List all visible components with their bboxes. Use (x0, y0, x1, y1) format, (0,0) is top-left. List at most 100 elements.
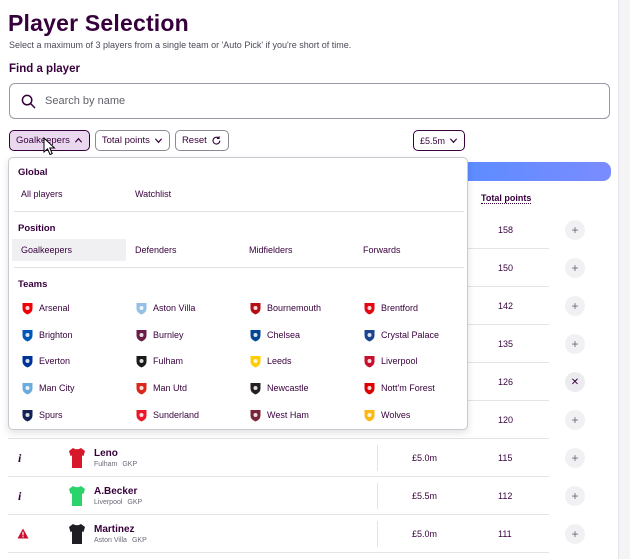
price-filter-button[interactable]: £5.5m (413, 130, 466, 151)
remove-player-button[interactable]: ✕ (565, 372, 585, 392)
team-item-spurs[interactable]: Spurs (21, 404, 131, 426)
search-box[interactable] (9, 83, 610, 119)
team-item-newcastle[interactable]: Newcastle (249, 377, 359, 399)
column-divider (377, 521, 378, 547)
team-name: West Ham (267, 410, 309, 420)
team-name: Liverpool (381, 356, 418, 366)
team-item-man-utd[interactable]: Man Utd (135, 377, 245, 399)
team-item-liverpool[interactable]: Liverpool (363, 350, 473, 372)
player-shirt-icon (69, 486, 85, 506)
dropdown-divider (14, 267, 464, 268)
sort-filter-button[interactable]: Total points (94, 130, 170, 151)
chelsea-crest-icon (250, 329, 261, 341)
dropdown-item-forwards[interactable]: Forwards (354, 239, 464, 261)
team-name: Everton (39, 356, 71, 366)
team-item-west-ham[interactable]: West Ham (249, 404, 359, 426)
player-position: GKP (127, 499, 143, 506)
add-player-button[interactable]: + (565, 296, 585, 316)
total-points-header[interactable]: Total points (481, 193, 532, 204)
position-dropdown-menu: Global All players Watchlist Position Go… (8, 157, 468, 430)
team-name: Man Utd (153, 383, 188, 393)
team-item-man-city[interactable]: Man City (21, 377, 131, 399)
player-name[interactable]: Martinez (94, 524, 135, 535)
team-item-leeds[interactable]: Leeds (249, 350, 359, 372)
team-item-aston-villa[interactable]: Aston Villa (135, 297, 245, 319)
player-shirt-icon (69, 524, 85, 544)
team-name: Bournemouth (267, 303, 322, 313)
team-name: Nott'm Forest (381, 383, 435, 393)
team-item-brighton[interactable]: Brighton (21, 324, 131, 346)
team-item-fulham[interactable]: Fulham (135, 350, 245, 372)
team-item-sunderland[interactable]: Sunderland (135, 404, 245, 426)
leeds-crest-icon (250, 355, 261, 367)
team-name: Spurs (39, 410, 63, 420)
player-price: £5.5m (412, 491, 438, 501)
add-player-button[interactable]: + (565, 220, 585, 240)
search-input[interactable] (45, 95, 585, 107)
dropdown-item-all-players[interactable]: All players (12, 183, 126, 205)
team-item-nott-m-forest[interactable]: Nott'm Forest (363, 377, 473, 399)
dropdown-item-defenders[interactable]: Defenders (126, 239, 240, 261)
player-position: GKP (131, 537, 147, 544)
player-name[interactable]: A.Becker (94, 486, 137, 497)
page-subtitle: Select a maximum of 3 players from a sin… (9, 40, 352, 50)
team-name: Leeds (267, 356, 292, 366)
player-team: Liverpool (94, 499, 123, 506)
team-name: Brighton (39, 330, 73, 340)
team-item-burnley[interactable]: Burnley (135, 324, 245, 346)
team-item-arsenal[interactable]: Arsenal (21, 297, 131, 319)
banner-strip (462, 162, 611, 181)
dropdown-item-watchlist[interactable]: Watchlist (126, 183, 240, 205)
search-icon (21, 94, 36, 108)
team-item-bournemouth[interactable]: Bournemouth (249, 297, 359, 319)
scrollbar-track[interactable] (618, 0, 630, 559)
player-selection-page: Player Selection Select a maximum of 3 p… (0, 0, 630, 559)
add-player-button[interactable]: + (565, 258, 585, 278)
add-player-button[interactable]: + (565, 524, 585, 544)
column-divider (377, 445, 378, 471)
chevron-up-icon (74, 137, 82, 143)
brentford-crest-icon (364, 302, 375, 314)
sort-filter-label: Total points (101, 135, 150, 146)
price-filter-label: £5.5m (420, 135, 446, 146)
info-icon[interactable]: i (18, 489, 21, 504)
team-item-wolves[interactable]: Wolves (363, 404, 473, 426)
player-total-points: 112 (498, 491, 513, 501)
add-player-button[interactable]: + (565, 448, 585, 468)
player-meta: Liverpool GKP (94, 499, 147, 506)
player-total-points: 111 (498, 529, 512, 539)
team-item-brentford[interactable]: Brentford (363, 297, 473, 319)
add-player-button[interactable]: + (565, 486, 585, 506)
team-item-everton[interactable]: Everton (21, 350, 131, 372)
dropdown-item-goalkeepers[interactable]: Goalkeepers (12, 239, 126, 261)
team-item-crystal-palace[interactable]: Crystal Palace (363, 324, 473, 346)
everton-crest-icon (22, 355, 33, 367)
global-heading: Global (18, 167, 48, 178)
team-name: Sunderland (153, 410, 200, 420)
team-name: Arsenal (39, 303, 70, 313)
reset-button[interactable]: Reset (174, 130, 229, 151)
dropdown-item-midfielders[interactable]: Midfielders (240, 239, 354, 261)
team-name: Chelsea (267, 330, 301, 340)
chevron-down-icon (154, 138, 163, 144)
warning-icon[interactable] (17, 528, 29, 539)
find-player-label: Find a player (9, 63, 80, 75)
info-icon[interactable]: i (18, 451, 21, 466)
add-player-button[interactable]: + (565, 334, 585, 354)
team-item-chelsea[interactable]: Chelsea (249, 324, 359, 346)
team-name: Wolves (381, 410, 411, 420)
sunderland-crest-icon (136, 409, 147, 421)
table-row[interactable]: i Leno Fulham GKP £5.0m 115 + (8, 439, 585, 477)
crystal-palace-crest-icon (364, 329, 375, 341)
page-title: Player Selection (8, 10, 189, 36)
spurs-crest-icon (22, 409, 33, 421)
position-heading: Position (18, 223, 56, 234)
table-row[interactable]: Martinez Aston Villa GKP £5.0m 111 + (8, 515, 585, 553)
team-name: Man City (39, 383, 75, 393)
player-name[interactable]: Leno (94, 448, 118, 459)
player-total-points: 126 (498, 377, 514, 387)
table-row[interactable]: i A.Becker Liverpool GKP £5.5m 112 + (8, 477, 585, 515)
player-total-points: 142 (498, 301, 514, 311)
add-player-button[interactable]: + (565, 410, 585, 430)
team-name: Brentford (381, 303, 419, 313)
